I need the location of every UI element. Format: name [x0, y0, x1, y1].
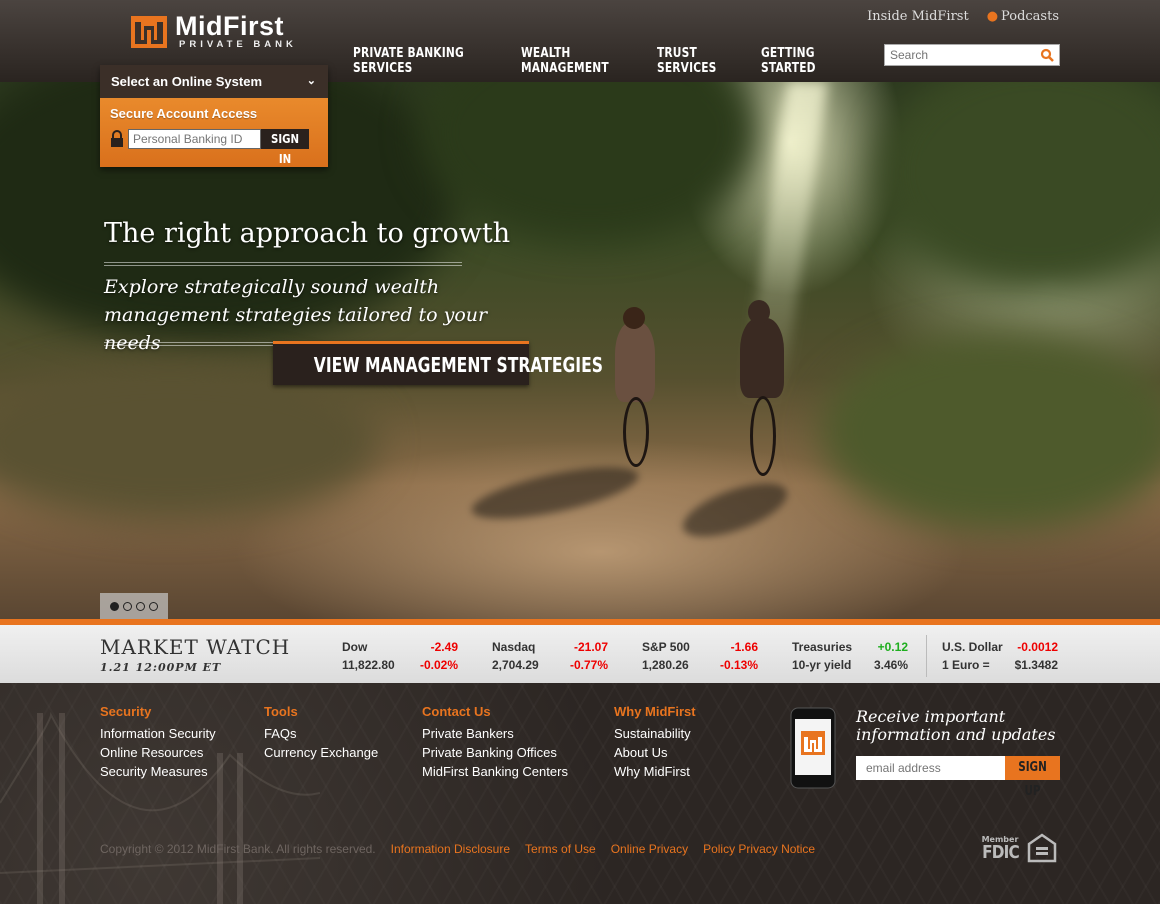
- copyright-text: Copyright © 2012 MidFirst Bank. All righ…: [100, 842, 376, 856]
- footer-link[interactable]: Online Resources: [100, 743, 216, 762]
- slide-dot[interactable]: [110, 602, 119, 611]
- hero-image-shadow: [676, 472, 794, 548]
- footer-heading: Why MidFirst: [614, 704, 696, 719]
- footer-link[interactable]: Security Measures: [100, 762, 216, 781]
- footer-link[interactable]: Private Bankers: [422, 724, 568, 743]
- secure-access-title: Secure Account Access: [110, 106, 258, 121]
- logo-subtitle: PRIVATE BANK: [179, 39, 297, 50]
- nav-wealth-management[interactable]: WEALTH MANAGEMENT: [521, 46, 618, 76]
- market-watch-date: 1.21 12:00PM ET: [100, 661, 222, 674]
- ticker-percent: -0.13%: [719, 658, 758, 672]
- nav-getting-started[interactable]: GETTING STARTED: [761, 46, 838, 76]
- email-field[interactable]: [856, 756, 1005, 780]
- hero-image-foliage: [820, 332, 1160, 532]
- ticker-change: -1.66: [730, 640, 758, 654]
- microphone-icon: ●: [986, 9, 999, 24]
- sign-up-label: SIGN UP: [1018, 760, 1047, 799]
- ticker-percent: -0.77%: [569, 658, 608, 672]
- ticker-change: -0.0012: [1017, 640, 1058, 654]
- footer-column-security: Security Information Security Online Res…: [100, 704, 216, 781]
- main-nav: PRIVATE BANKING SERVICES WEALTH MANAGEME…: [353, 46, 855, 76]
- slide-dot[interactable]: [123, 602, 132, 611]
- hero-title-rule: [104, 262, 462, 266]
- ticker-dow: Dow 11,822.80 -2.49 -0.02%: [342, 638, 458, 674]
- footer-heading: Tools: [264, 704, 298, 719]
- hero-title: The right approach to growth: [104, 218, 511, 249]
- mobile-phone-icon: [790, 707, 836, 789]
- footer-heading: Contact Us: [422, 704, 491, 719]
- market-watch-bar: MARKET WATCH 1.21 12:00PM ET Dow 11,822.…: [0, 619, 1160, 683]
- search-icon[interactable]: [1040, 48, 1054, 62]
- footer-link[interactable]: FAQs: [264, 724, 378, 743]
- ticker-percent: 3.46%: [873, 658, 908, 672]
- view-strategies-button[interactable]: VIEW MANAGEMENT STRATEGIES: [273, 341, 603, 385]
- secure-access-form: Secure Account Access SIGN IN: [100, 98, 328, 167]
- banking-id-input[interactable]: [128, 129, 261, 149]
- nav-trust-services[interactable]: TRUST SERVICES: [657, 46, 728, 76]
- slide-dot[interactable]: [149, 602, 158, 611]
- ticker-sp500: S&P 500 1,280.26 -1.66 -0.13%: [642, 638, 758, 674]
- ticker-nasdaq: Nasdaq 2,704.29 -21.07 -0.77%: [492, 638, 608, 674]
- newsletter-title-line: Receive important: [856, 707, 1006, 726]
- footer-heading: Security: [100, 704, 152, 719]
- view-strategies-label: VIEW MANAGEMENT STRATEGIES: [313, 353, 604, 377]
- footer-link[interactable]: Why MidFirst: [614, 762, 696, 781]
- hero-cta-rule: [104, 342, 274, 346]
- hero-image-foliage: [0, 362, 380, 522]
- ticker-us-dollar: U.S. Dollar 1 Euro = -0.0012 $1.3482: [942, 638, 1058, 674]
- footer-column-contact: Contact Us Private Bankers Private Banki…: [422, 704, 568, 781]
- legal-link[interactable]: Policy Privacy Notice: [703, 842, 815, 856]
- ticker-change: +0.12: [877, 640, 908, 654]
- sign-in-label: SIGN IN: [270, 132, 300, 166]
- newsletter-form: SIGN UP: [856, 756, 1060, 799]
- equal-housing-lender-icon: [1027, 833, 1057, 863]
- footer-link[interactable]: Sustainability: [614, 724, 696, 743]
- newsletter-title: Receive important information and update…: [856, 708, 1056, 744]
- fdic-logo: Member FDIC: [979, 835, 1021, 863]
- legal-link[interactable]: Terms of Use: [525, 842, 596, 856]
- sign-in-button[interactable]: SIGN IN: [261, 129, 309, 166]
- ticker-change: -2.49: [430, 640, 458, 654]
- footer-column-tools: Tools FAQs Currency Exchange: [264, 704, 378, 762]
- hero-image-cyclist: [730, 300, 800, 480]
- footer-link[interactable]: Private Banking Offices: [422, 743, 568, 762]
- ticker-percent: -0.02%: [419, 658, 458, 672]
- online-system-select[interactable]: Select an Online System ⌄: [100, 65, 328, 98]
- midfirst-logo[interactable]: MidFirst PRIVATE BANK: [131, 12, 297, 50]
- sign-up-button[interactable]: SIGN UP: [1005, 756, 1060, 799]
- logo-mark-icon: [131, 16, 167, 48]
- newsletter-title-line: information and updates: [856, 725, 1056, 744]
- chevron-down-icon: ⌄: [306, 75, 316, 87]
- legal-link[interactable]: Information Disclosure: [391, 842, 510, 856]
- slide-dot[interactable]: [136, 602, 145, 611]
- podcasts-label: Podcasts: [1001, 9, 1059, 24]
- hero-image-foliage: [880, 82, 1160, 292]
- legal-link[interactable]: Online Privacy: [611, 842, 688, 856]
- online-login-panel: Select an Online System ⌄ Secure Account…: [100, 65, 328, 167]
- footer-link[interactable]: About Us: [614, 743, 696, 762]
- footer-link[interactable]: MidFirst Banking Centers: [422, 762, 568, 781]
- slide-indicator: [100, 593, 168, 620]
- ticker-change: -21.07: [573, 640, 608, 654]
- fdic-text: FDIC: [982, 842, 1020, 863]
- podcasts-link[interactable]: ● Podcasts: [987, 9, 1059, 24]
- footer-column-why-midfirst: Why MidFirst Sustainability About Us Why…: [614, 704, 696, 781]
- logo-name: MidFirst: [175, 11, 284, 41]
- site-footer: Security Information Security Online Res…: [0, 683, 1160, 904]
- hero-image-cyclist: [605, 307, 675, 477]
- legal-bar: Copyright © 2012 MidFirst Bank. All righ…: [100, 842, 815, 856]
- market-watch-title: MARKET WATCH: [100, 635, 291, 659]
- ticker-divider: [926, 635, 927, 677]
- search-input[interactable]: [885, 45, 1035, 65]
- online-system-label: Select an Online System: [111, 74, 263, 89]
- nav-private-banking-services[interactable]: PRIVATE BANKING SERVICES: [353, 46, 476, 76]
- footer-link[interactable]: Currency Exchange: [264, 743, 378, 762]
- utility-links: Inside MidFirst ● Podcasts: [867, 9, 1059, 24]
- ticker-treasuries: Treasuries 10-yr yield +0.12 3.46%: [792, 638, 908, 674]
- inside-midfirst-link[interactable]: Inside MidFirst: [867, 9, 969, 24]
- ticker-percent: $1.3482: [1014, 658, 1058, 672]
- search-box: [884, 44, 1060, 66]
- lock-icon: [111, 130, 123, 147]
- footer-link[interactable]: Information Security: [100, 724, 216, 743]
